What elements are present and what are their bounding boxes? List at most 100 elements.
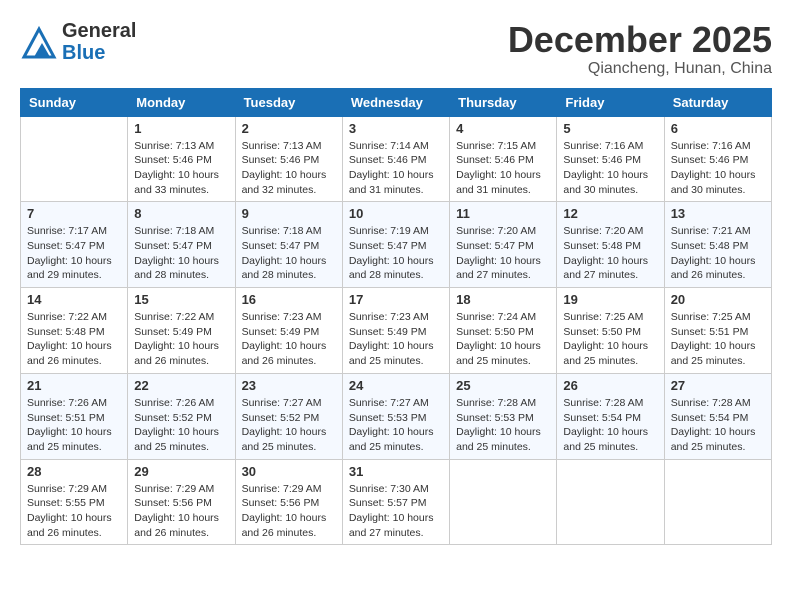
- day-number: 3: [349, 121, 443, 136]
- calendar-cell: 4 Sunrise: 7:15 AMSunset: 5:46 PMDaylight…: [450, 116, 557, 202]
- day-info: Sunrise: 7:19 AMSunset: 5:47 PMDaylight:…: [349, 224, 443, 283]
- calendar-cell: 15Sunrise: 7:22 AMSunset: 5:49 PMDayligh…: [128, 288, 235, 374]
- calendar-cell: 5 Sunrise: 7:16 AMSunset: 5:46 PMDaylight…: [557, 116, 664, 202]
- calendar-cell: 1 Sunrise: 7:13 AMSunset: 5:46 PMDaylight…: [128, 116, 235, 202]
- calendar-cell: 27 Sunrise: 7:28 AMSunset: 5:54 PMDayligh…: [664, 373, 771, 459]
- calendar-cell: 19 Sunrise: 7:25 AMSunset: 5:50 PMDayligh…: [557, 288, 664, 374]
- calendar-cell: 28 Sunrise: 7:29 AMSunset: 5:55 PMDayligh…: [21, 459, 128, 545]
- day-number: 5: [563, 121, 657, 136]
- day-number: 14: [27, 292, 121, 307]
- day-info: Sunrise: 7:14 AMSunset: 5:46 PMDaylight:…: [349, 139, 443, 198]
- day-info: Sunrise: 7:26 AMSunset: 5:52 PMDaylight:…: [134, 396, 228, 455]
- day-number: 25: [456, 378, 550, 393]
- day-info: Sunrise: 7:15 AMSunset: 5:46 PMDaylight:…: [456, 139, 550, 198]
- logo-icon: [20, 23, 58, 61]
- calendar-cell: 22 Sunrise: 7:26 AMSunset: 5:52 PMDayligh…: [128, 373, 235, 459]
- day-number: 22: [134, 378, 228, 393]
- day-number: 23: [242, 378, 336, 393]
- day-number: 24: [349, 378, 443, 393]
- location-title: Qiancheng, Hunan, China: [508, 60, 772, 78]
- calendar-week-3: 14 Sunrise: 7:22 AMSunset: 5:48 PMDayligh…: [21, 288, 772, 374]
- day-info: Sunrise: 7:13 AMSunset: 5:46 PMDaylight:…: [134, 139, 228, 198]
- calendar-cell: 21 Sunrise: 7:26 AMSunset: 5:51 PMDayligh…: [21, 373, 128, 459]
- day-number: 18: [456, 292, 550, 307]
- day-info: Sunrise: 7:27 AMSunset: 5:53 PMDaylight:…: [349, 396, 443, 455]
- day-info: Sunrise: 7:21 AMSunset: 5:48 PMDaylight:…: [671, 224, 765, 283]
- title-area: December 2025 Qiancheng, Hunan, China: [508, 20, 772, 78]
- day-number: 26: [563, 378, 657, 393]
- day-info: Sunrise: 7:16 AMSunset: 5:46 PMDaylight:…: [563, 139, 657, 198]
- day-number: 17: [349, 292, 443, 307]
- weekday-header-saturday: Saturday: [664, 88, 771, 116]
- calendar-cell: 24 Sunrise: 7:27 AMSunset: 5:53 PMDayligh…: [342, 373, 449, 459]
- calendar-cell: 12Sunrise: 7:20 AMSunset: 5:48 PMDayligh…: [557, 202, 664, 288]
- calendar-cell: 8Sunrise: 7:18 AMSunset: 5:47 PMDaylight…: [128, 202, 235, 288]
- calendar-cell: 20 Sunrise: 7:25 AMSunset: 5:51 PMDayligh…: [664, 288, 771, 374]
- calendar-week-2: 7Sunrise: 7:17 AMSunset: 5:47 PMDaylight…: [21, 202, 772, 288]
- day-info: Sunrise: 7:28 AMSunset: 5:54 PMDaylight:…: [563, 396, 657, 455]
- calendar-cell: 10Sunrise: 7:19 AMSunset: 5:47 PMDayligh…: [342, 202, 449, 288]
- weekday-header-friday: Friday: [557, 88, 664, 116]
- calendar-cell: 29 Sunrise: 7:29 AMSunset: 5:56 PMDayligh…: [128, 459, 235, 545]
- day-number: 11: [456, 206, 550, 221]
- calendar-cell: 2Sunrise: 7:13 AMSunset: 5:46 PMDaylight…: [235, 116, 342, 202]
- day-number: 31: [349, 464, 443, 479]
- calendar-cell: [664, 459, 771, 545]
- calendar-cell: 30Sunrise: 7:29 AMSunset: 5:56 PMDayligh…: [235, 459, 342, 545]
- day-info: Sunrise: 7:26 AMSunset: 5:51 PMDaylight:…: [27, 396, 121, 455]
- logo: General Blue: [20, 20, 136, 64]
- day-info: Sunrise: 7:20 AMSunset: 5:47 PMDaylight:…: [456, 224, 550, 283]
- calendar-cell: 23 Sunrise: 7:27 AMSunset: 5:52 PMDayligh…: [235, 373, 342, 459]
- day-number: 28: [27, 464, 121, 479]
- weekday-header-sunday: Sunday: [21, 88, 128, 116]
- calendar-cell: 25 Sunrise: 7:28 AMSunset: 5:53 PMDayligh…: [450, 373, 557, 459]
- day-number: 15: [134, 292, 228, 307]
- day-info: Sunrise: 7:29 AMSunset: 5:55 PMDaylight:…: [27, 482, 121, 541]
- day-info: Sunrise: 7:23 AMSunset: 5:49 PMDaylight:…: [349, 310, 443, 369]
- day-info: Sunrise: 7:16 AMSunset: 5:46 PMDaylight:…: [671, 139, 765, 198]
- day-info: Sunrise: 7:24 AMSunset: 5:50 PMDaylight:…: [456, 310, 550, 369]
- calendar-week-4: 21 Sunrise: 7:26 AMSunset: 5:51 PMDayligh…: [21, 373, 772, 459]
- day-info: Sunrise: 7:30 AMSunset: 5:57 PMDaylight:…: [349, 482, 443, 541]
- day-info: Sunrise: 7:18 AMSunset: 5:47 PMDaylight:…: [242, 224, 336, 283]
- calendar-header-row: SundayMondayTuesdayWednesdayThursdayFrid…: [21, 88, 772, 116]
- day-number: 9: [242, 206, 336, 221]
- day-info: Sunrise: 7:23 AMSunset: 5:49 PMDaylight:…: [242, 310, 336, 369]
- day-info: Sunrise: 7:29 AMSunset: 5:56 PMDaylight:…: [134, 482, 228, 541]
- day-number: 19: [563, 292, 657, 307]
- calendar-cell: 17 Sunrise: 7:23 AMSunset: 5:49 PMDayligh…: [342, 288, 449, 374]
- day-info: Sunrise: 7:27 AMSunset: 5:52 PMDaylight:…: [242, 396, 336, 455]
- day-info: Sunrise: 7:13 AMSunset: 5:46 PMDaylight:…: [242, 139, 336, 198]
- calendar-cell: [557, 459, 664, 545]
- day-number: 4: [456, 121, 550, 136]
- logo-general: General: [62, 20, 136, 42]
- day-info: Sunrise: 7:17 AMSunset: 5:47 PMDaylight:…: [27, 224, 121, 283]
- day-info: Sunrise: 7:29 AMSunset: 5:56 PMDaylight:…: [242, 482, 336, 541]
- weekday-header-wednesday: Wednesday: [342, 88, 449, 116]
- calendar-cell: 6Sunrise: 7:16 AMSunset: 5:46 PMDaylight…: [664, 116, 771, 202]
- day-info: Sunrise: 7:28 AMSunset: 5:54 PMDaylight:…: [671, 396, 765, 455]
- calendar-week-5: 28 Sunrise: 7:29 AMSunset: 5:55 PMDayligh…: [21, 459, 772, 545]
- calendar-cell: 13 Sunrise: 7:21 AMSunset: 5:48 PMDayligh…: [664, 202, 771, 288]
- day-info: Sunrise: 7:25 AMSunset: 5:50 PMDaylight:…: [563, 310, 657, 369]
- day-number: 12: [563, 206, 657, 221]
- calendar-cell: [21, 116, 128, 202]
- day-number: 16: [242, 292, 336, 307]
- day-number: 13: [671, 206, 765, 221]
- weekday-header-monday: Monday: [128, 88, 235, 116]
- day-info: Sunrise: 7:25 AMSunset: 5:51 PMDaylight:…: [671, 310, 765, 369]
- day-number: 21: [27, 378, 121, 393]
- day-number: 29: [134, 464, 228, 479]
- weekday-header-thursday: Thursday: [450, 88, 557, 116]
- calendar-cell: 3 Sunrise: 7:14 AMSunset: 5:46 PMDaylight…: [342, 116, 449, 202]
- day-info: Sunrise: 7:22 AMSunset: 5:48 PMDaylight:…: [27, 310, 121, 369]
- month-title: December 2025: [508, 20, 772, 60]
- calendar-table: SundayMondayTuesdayWednesdayThursdayFrid…: [20, 88, 772, 546]
- day-number: 20: [671, 292, 765, 307]
- weekday-header-tuesday: Tuesday: [235, 88, 342, 116]
- calendar-cell: 7Sunrise: 7:17 AMSunset: 5:47 PMDaylight…: [21, 202, 128, 288]
- day-number: 1: [134, 121, 228, 136]
- page-header: General Blue December 2025 Qiancheng, Hu…: [20, 20, 772, 78]
- day-info: Sunrise: 7:28 AMSunset: 5:53 PMDaylight:…: [456, 396, 550, 455]
- day-number: 27: [671, 378, 765, 393]
